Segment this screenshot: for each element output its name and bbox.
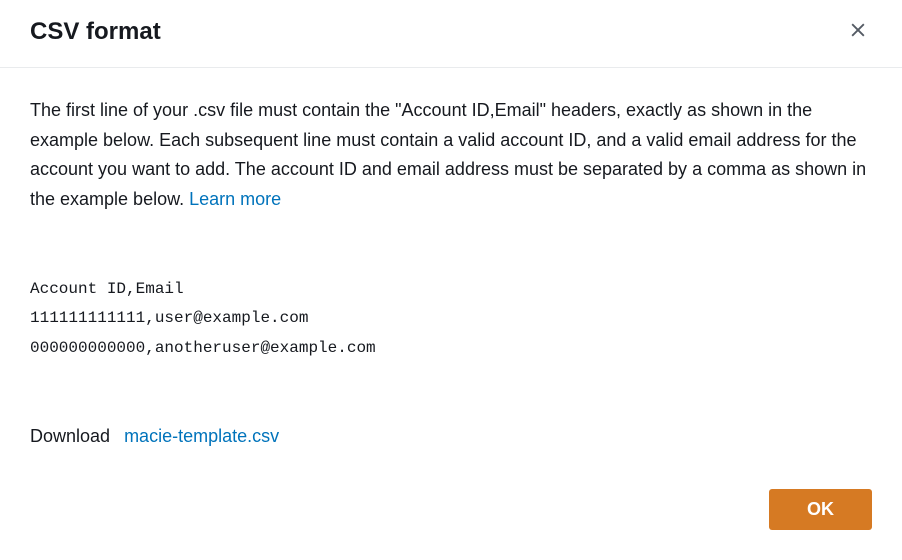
csv-row-1: 111111111111,user@example.com <box>30 304 872 334</box>
download-label: Download <box>30 426 110 447</box>
ok-button[interactable]: OK <box>769 489 872 530</box>
download-template-link[interactable]: macie-template.csv <box>124 426 279 447</box>
csv-example-block: Account ID,Email 111111111111,user@examp… <box>30 275 872 364</box>
dialog-body: The first line of your .csv file must co… <box>0 68 902 467</box>
dialog-header: CSV format <box>0 0 902 68</box>
instructions-paragraph: The first line of your .csv file must co… <box>30 100 866 209</box>
csv-row-2: 000000000000,anotheruser@example.com <box>30 334 872 364</box>
csv-header-line: Account ID,Email <box>30 275 872 305</box>
download-row: Download macie-template.csv <box>30 426 872 447</box>
instructions-text: The first line of your .csv file must co… <box>30 96 872 215</box>
close-icon <box>848 20 868 43</box>
learn-more-link[interactable]: Learn more <box>189 189 281 209</box>
dialog-title: CSV format <box>30 18 161 46</box>
close-button[interactable] <box>844 16 872 47</box>
dialog-footer: OK <box>0 473 902 546</box>
